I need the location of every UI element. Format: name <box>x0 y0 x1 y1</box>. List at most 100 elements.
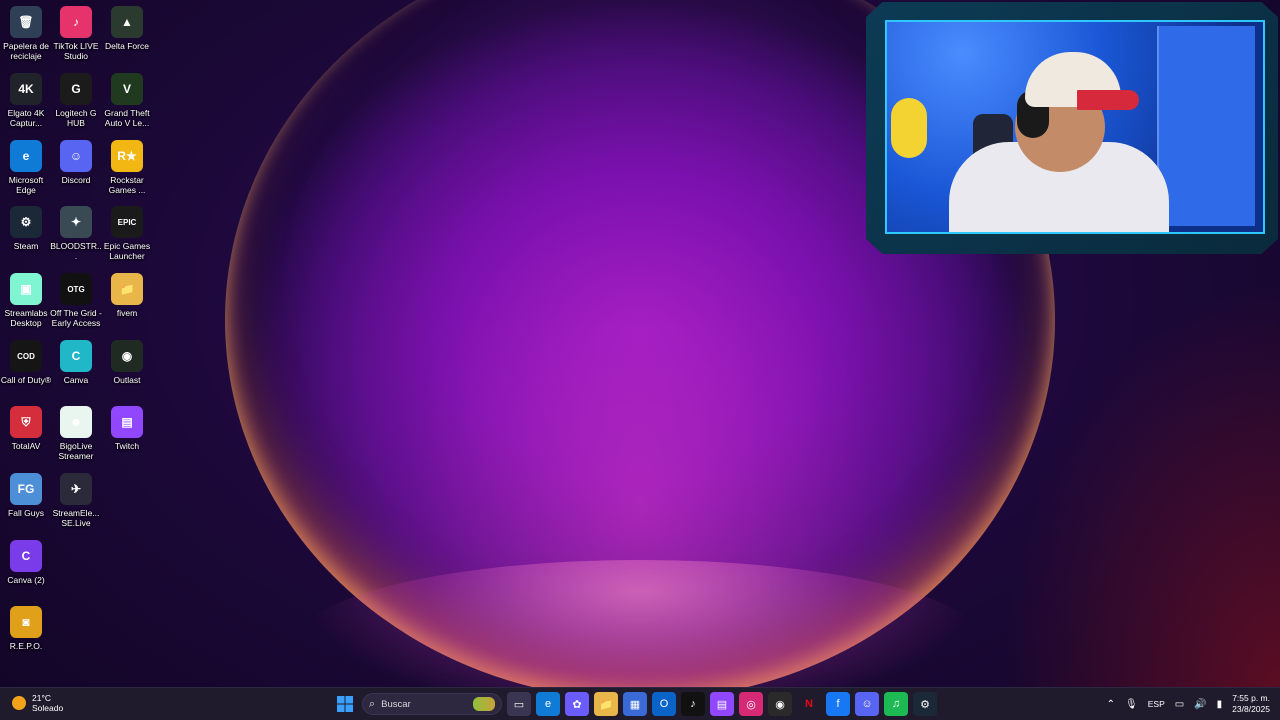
desktop-icon-label: R.E.P.O. <box>9 641 43 651</box>
epic-games-icon: EPIC <box>111 206 143 238</box>
desktop-icon[interactable]: EPIC Epic Games Launcher <box>101 202 153 261</box>
obs-icon[interactable]: ◉ <box>768 692 792 716</box>
microsoft-store-icon[interactable]: ▦ <box>623 692 647 716</box>
desktop-icon[interactable]: ⛨ TotalAV <box>0 402 52 451</box>
taskbar: 21°C Soleado ⌕ Buscar ▭ e ✿ 📁 ▦ O ♪ ▤ ◎ ◉ Nf ☺ ♫ ⚙ ⌃ … <box>0 687 1280 720</box>
desktop-icon[interactable]: ♪ TikTok LIVE Studio <box>50 2 102 61</box>
desktop-icon[interactable]: C Canva (2) <box>0 536 52 585</box>
desktop-icon-label: Logitech G HUB <box>55 108 97 128</box>
canva-icon: C <box>60 340 92 372</box>
desktop-icon[interactable]: ☺ Discord <box>50 136 102 185</box>
battery-icon[interactable]: ▮ <box>1217 699 1223 710</box>
webcam-cap-visor <box>1077 90 1139 110</box>
desktop-icon-label: Fall Guys <box>8 508 44 518</box>
desktop-icon[interactable]: V Grand Theft Auto V Le... <box>101 69 153 128</box>
desktop-icon[interactable]: ▤ Twitch <box>101 402 153 451</box>
desktop-icon[interactable]: 📁 fivem <box>101 269 153 318</box>
desktop-icon-label: Elgato 4K Captur... <box>7 108 45 128</box>
taskbar-search[interactable]: ⌕ Buscar <box>362 693 502 715</box>
weather-description: Soleado <box>32 703 64 713</box>
desktop-icon-label: TotalAV <box>11 441 41 451</box>
edge-icon: e <box>10 140 42 172</box>
desktop-icon[interactable]: 4K Elgato 4K Captur... <box>0 69 52 128</box>
off-the-grid-icon: OTG <box>60 273 92 305</box>
delta-force-icon: ▲ <box>111 6 143 38</box>
steam-icon[interactable]: ⚙ <box>913 692 937 716</box>
taskbar-center: ⌕ Buscar ▭ e ✿ 📁 ▦ O ♪ ▤ ◎ ◉ Nf ☺ ♫ ⚙ <box>333 691 937 717</box>
discord-icon[interactable]: ☺ <box>855 692 879 716</box>
webcam-overlay <box>866 2 1278 254</box>
desktop-icon-label: Microsoft Edge <box>8 175 44 195</box>
desktop-icon-label: StreamEle... SE.Live <box>52 508 100 528</box>
desktop-icon[interactable]: OTG Off The Grid - Early Access <box>50 269 102 328</box>
search-icon: ⌕ <box>369 697 376 710</box>
facebook-icon[interactable]: f <box>826 692 850 716</box>
outlast-icon: ◉ <box>111 340 143 372</box>
desktop-icon[interactable]: ▲ Delta Force <box>101 2 153 51</box>
desktop-icon[interactable]: ✈ StreamEle... SE.Live <box>50 469 102 528</box>
desktop-icon[interactable]: ▣ Streamlabs Desktop <box>0 269 52 328</box>
sun-icon <box>12 696 26 710</box>
desktop-icon-label: Grand Theft Auto V Le... <box>104 108 150 128</box>
system-tray: ⌃ 🎙 ESP ▭ 🔊 ▮ 7:55 p. m. 23/8/2025 <box>1107 691 1270 717</box>
task-view-icon[interactable]: ▭ <box>507 692 531 716</box>
desktop-icon[interactable]: ☻ BigoLive Streamer <box>50 402 102 461</box>
desktop-icon-grid: 🗑 Papelera de reciclaje ♪ TikTok LIVE Studi… <box>0 0 160 688</box>
desktop-icon[interactable]: e Microsoft Edge <box>0 136 52 195</box>
desktop-icon-label: Discord <box>61 175 91 185</box>
instagram-icon[interactable]: ◎ <box>739 692 763 716</box>
desktop-icon-label: Off The Grid - Early Access <box>50 308 102 328</box>
outlook-icon[interactable]: O <box>652 692 676 716</box>
spotify-icon[interactable]: ♫ <box>884 692 908 716</box>
desktop-icon[interactable]: R★ Rockstar Games ... <box>101 136 153 195</box>
chevron-up-icon[interactable]: ⌃ <box>1107 699 1115 710</box>
desktop-icon[interactable]: ◉ Outlast <box>101 336 153 385</box>
clock-time: 7:55 p. m. <box>1232 693 1270 703</box>
edge-icon[interactable]: e <box>536 692 560 716</box>
desktop-icon[interactable]: C Canva <box>50 336 102 385</box>
desktop-icon-label: Epic Games Launcher <box>103 241 151 261</box>
weather-widget[interactable]: 21°C Soleado <box>12 693 63 713</box>
copilot-icon[interactable]: ✿ <box>565 692 589 716</box>
network-icon[interactable]: ▭ <box>1175 699 1184 710</box>
streamlabs-icon: ▣ <box>10 273 42 305</box>
tiktok-icon[interactable]: ♪ <box>681 692 705 716</box>
webcam-door <box>1157 26 1255 226</box>
desktop-icon-label: Outlast <box>113 375 141 385</box>
volume-icon[interactable]: 🔊 <box>1194 699 1206 710</box>
desktop-icon-label: Twitch <box>114 441 140 451</box>
desktop-icon[interactable]: ◙ R.E.P.O. <box>0 602 52 651</box>
desktop-icon-label: Streamlabs Desktop <box>4 308 48 328</box>
logitech-icon: G <box>60 73 92 105</box>
webcam-plush <box>891 98 927 158</box>
desktop-icon[interactable]: G Logitech G HUB <box>50 69 102 128</box>
call-of-duty-icon: COD <box>10 340 42 372</box>
desktop-icon-label: Canva <box>63 375 89 385</box>
streamelements-icon: ✈ <box>60 473 92 505</box>
desktop-icon[interactable]: ⚙ Steam <box>0 202 52 251</box>
language-indicator[interactable]: ESP <box>1148 699 1165 709</box>
desktop-icon-label: fivem <box>116 308 138 318</box>
netflix-icon[interactable]: N <box>797 692 821 716</box>
twitch-icon: ▤ <box>111 406 143 438</box>
desktop-icon[interactable]: 🗑 Papelera de reciclaje <box>0 2 52 61</box>
desktop-icon[interactable]: FG Fall Guys <box>0 469 52 518</box>
desktop-icon-label: Call of Duty® <box>0 375 52 385</box>
start-button[interactable] <box>333 692 357 716</box>
twitch-icon[interactable]: ▤ <box>710 692 734 716</box>
gta-icon: V <box>111 73 143 105</box>
desktop-icon-label: Rockstar Games ... <box>108 175 146 195</box>
desktop-icon[interactable]: ✦ BLOODSTR... <box>50 202 102 261</box>
clock[interactable]: 7:55 p. m. 23/8/2025 <box>1232 693 1270 715</box>
recycle-bin-icon: 🗑 <box>10 6 42 38</box>
desktop-icon-label: Papelera de reciclaje <box>3 41 49 61</box>
fall-guys-icon: FG <box>10 473 42 505</box>
canva-icon: C <box>10 540 42 572</box>
microphone-icon[interactable]: 🎙 <box>1125 699 1138 710</box>
file-explorer-icon[interactable]: 📁 <box>594 692 618 716</box>
totalav-icon: ⛨ <box>10 406 42 438</box>
webcam-feed <box>885 20 1265 234</box>
desktop-icon[interactable]: COD Call of Duty® <box>0 336 52 385</box>
bloodstrike-icon: ✦ <box>60 206 92 238</box>
search-highlight-icon <box>473 697 495 711</box>
